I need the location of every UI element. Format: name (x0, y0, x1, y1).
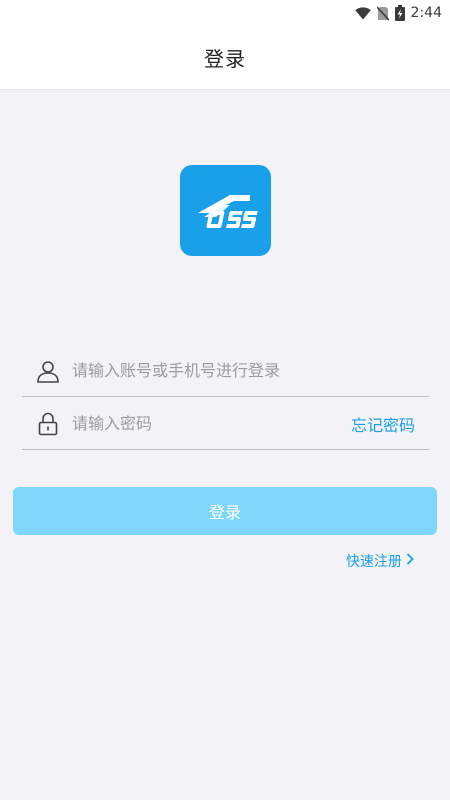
chevron-right-icon (406, 553, 414, 569)
quick-register-link[interactable]: 快速注册 (346, 551, 414, 571)
password-field: 忘记密码 (22, 398, 429, 450)
status-time: 2:44 (410, 5, 442, 21)
quick-register-label: 快速注册 (346, 554, 402, 570)
wifi-icon (354, 6, 371, 20)
forgot-password-link[interactable]: 忘记密码 (351, 412, 415, 436)
app-logo-icon (180, 165, 271, 256)
account-field (22, 345, 429, 397)
status-bar: 2:44 (0, 0, 450, 26)
no-sim-icon (376, 5, 389, 21)
battery-charging-icon (394, 5, 405, 21)
login-button[interactable]: 登录 (13, 487, 437, 535)
user-icon (34, 359, 62, 383)
header: 登录 (0, 26, 450, 90)
page-title: 登录 (204, 47, 246, 71)
account-input[interactable] (72, 361, 429, 380)
password-input[interactable] (72, 414, 351, 433)
lock-icon (34, 412, 62, 436)
